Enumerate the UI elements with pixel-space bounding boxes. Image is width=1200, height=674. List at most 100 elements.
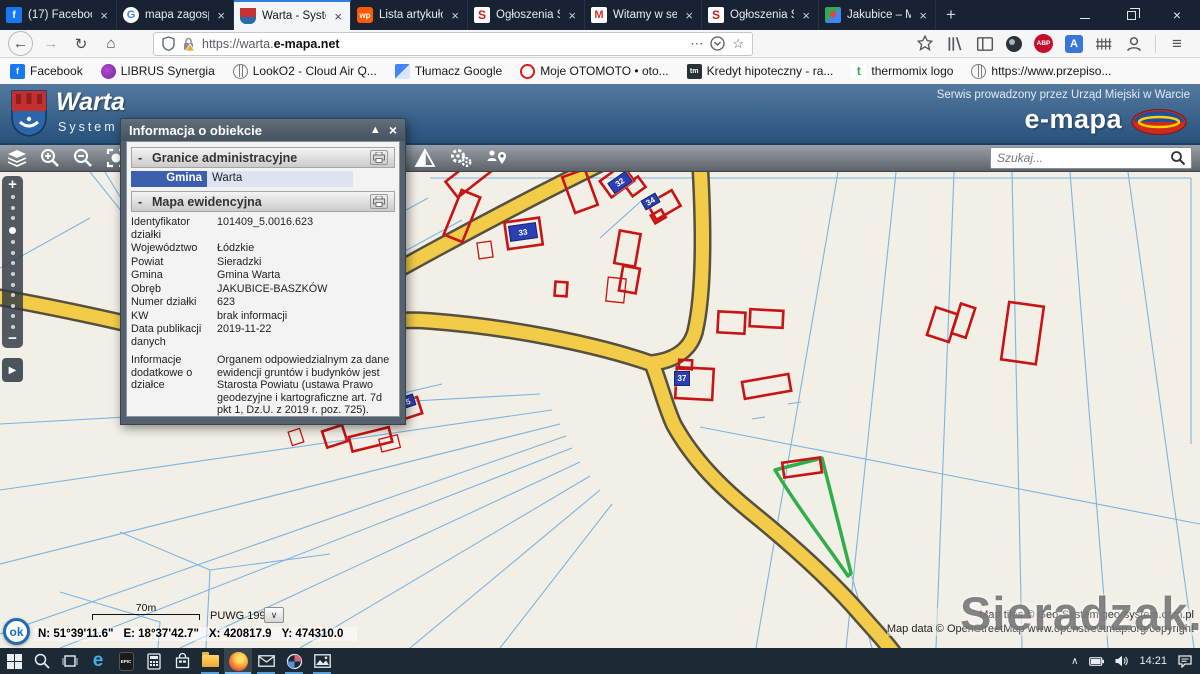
field-value: 101409_5.0016.623	[213, 216, 395, 241]
section-granice-administracyjne[interactable]: - Granice administracyjne	[131, 147, 395, 168]
sidebars-icon[interactable]	[976, 35, 994, 53]
action-center-icon[interactable]	[1178, 655, 1192, 668]
photos-button[interactable]	[308, 648, 336, 674]
tab-witamy-w-serwisie[interactable]: M Witamy w serwi ×	[585, 0, 702, 30]
locate-people-button[interactable]	[484, 147, 510, 169]
system-tray: ∧ 14:21	[1071, 648, 1200, 674]
page-actions-icon[interactable]: ⋯	[690, 36, 703, 52]
ghostery-icon[interactable]	[1006, 36, 1022, 52]
library-icon[interactable]	[946, 35, 964, 53]
bookmark-kredyt-hipoteczny[interactable]: tmKredyt hipoteczny - ra...	[687, 64, 834, 79]
battery-icon[interactable]	[1089, 657, 1104, 666]
back-button[interactable]: ←	[8, 31, 33, 56]
zoom-slider[interactable]: + −	[2, 176, 23, 348]
new-tab-button[interactable]: +	[936, 0, 966, 30]
translate-icon[interactable]: A	[1065, 35, 1083, 53]
zoom-out-button[interactable]	[70, 147, 96, 169]
task-view-button[interactable]	[56, 648, 84, 674]
microsoft-store-button[interactable]	[168, 648, 196, 674]
tab-mapa-zagospodarowania[interactable]: G mapa zagospod ×	[117, 0, 234, 30]
tab-close-icon[interactable]: ×	[683, 8, 695, 23]
bookmark-thermomix[interactable]: tthermomix logo	[851, 64, 953, 79]
send-to-device-icon[interactable]	[916, 35, 934, 53]
layers-button[interactable]	[4, 147, 30, 169]
firefox-button[interactable]	[224, 648, 252, 674]
epic-games-button[interactable]: EPIC	[112, 648, 140, 674]
search-icon[interactable]	[1170, 150, 1186, 166]
tab-facebook[interactable]: f (17) Facebook ×	[0, 0, 117, 30]
taskbar-search-button[interactable]	[28, 648, 56, 674]
map-search-box[interactable]	[990, 147, 1192, 169]
settings-gears-button[interactable]	[448, 147, 474, 169]
edge-button[interactable]: e	[84, 648, 112, 674]
clock[interactable]: 14:21	[1139, 655, 1167, 667]
tab-title: Ogłoszenia Siera	[730, 9, 794, 21]
popup-collapse-icon[interactable]: ▲	[370, 124, 381, 136]
tab-close-icon[interactable]: ×	[449, 8, 461, 23]
mail-button[interactable]	[252, 648, 280, 674]
url-text[interactable]: https://warta.e-mapa.net	[202, 37, 683, 51]
tab-ogloszenia-1[interactable]: S Ogłoszenia Siera ×	[468, 0, 585, 30]
paint3d-button[interactable]	[280, 648, 308, 674]
tab-warta-system-active[interactable]: Warta - System ×	[234, 0, 351, 30]
url-bar[interactable]: https://warta.e-mapa.net ⋯ ☆	[153, 32, 753, 56]
ok-geoportal-badge[interactable]: ok	[3, 618, 30, 645]
close-button[interactable]: ×	[1154, 0, 1200, 30]
pocket-icon[interactable]	[710, 36, 725, 51]
crs-dropdown[interactable]: ∨	[264, 607, 284, 623]
print-icon[interactable]	[370, 194, 388, 209]
tab-close-icon[interactable]: ×	[800, 8, 812, 23]
account-icon[interactable]	[1125, 35, 1143, 53]
start-button[interactable]	[0, 648, 28, 674]
tab-lista-artykulow[interactable]: wp Lista artykułów ×	[351, 0, 468, 30]
section-mapa-ewidencyjna[interactable]: - Mapa ewidencyjna	[131, 191, 395, 212]
reload-button[interactable]: ↻	[69, 32, 93, 56]
tab-close-icon[interactable]: ×	[215, 8, 227, 23]
calculator-button[interactable]	[140, 648, 168, 674]
zoom-slider-plus[interactable]: +	[8, 179, 17, 191]
popup-close-icon[interactable]: ×	[389, 122, 397, 138]
object-info-popup[interactable]: Informacja o obiekcie ▲ × - Granice admi…	[120, 118, 406, 425]
tab-title: Lista artykułów	[379, 9, 443, 21]
forward-button[interactable]: →	[39, 32, 63, 56]
tab-jakubice-mapy[interactable]: Jakubice – Map ×	[819, 0, 936, 30]
hidden-icons-caret[interactable]: ∧	[1071, 656, 1078, 667]
tab-close-icon[interactable]: ×	[98, 8, 110, 23]
field-value: JAKUBICE-BASZKÓW	[213, 283, 395, 296]
file-explorer-button[interactable]	[196, 648, 224, 674]
table-row: KWbrak informacji	[131, 310, 395, 323]
lock-warning-icon[interactable]	[182, 37, 195, 51]
speaker-icon[interactable]	[1115, 655, 1128, 667]
bookmark-otomoto[interactable]: Moje OTOMOTO • oto...	[520, 64, 668, 79]
side-panel-toggle[interactable]: ▶	[2, 358, 23, 382]
minimize-button[interactable]	[1062, 0, 1108, 30]
tab-ogloszenia-2[interactable]: S Ogłoszenia Siera ×	[702, 0, 819, 30]
collapse-minus-icon[interactable]: -	[138, 195, 152, 209]
tab-close-icon[interactable]: ×	[566, 8, 578, 23]
coordinates-readout: N: 51°39'11.6"E: 18°37'42.7"X: 420817.9Y…	[34, 627, 357, 641]
home-button[interactable]: ⌂	[99, 32, 123, 56]
collapse-minus-icon[interactable]: -	[138, 151, 152, 165]
search-input[interactable]	[991, 151, 1170, 165]
restore-button[interactable]	[1108, 0, 1154, 30]
popup-title-bar[interactable]: Informacja o obiekcie ▲ ×	[121, 119, 405, 141]
zoom-slider-track[interactable]	[9, 191, 16, 333]
zoom-in-button[interactable]	[37, 147, 63, 169]
adblock-plus-icon[interactable]: ABP	[1034, 34, 1053, 53]
bookmark-przepisownia[interactable]: https://www.przepiso...	[971, 64, 1111, 79]
fence-extension-icon[interactable]	[1095, 35, 1113, 53]
tab-close-icon[interactable]: ×	[332, 9, 344, 24]
print-icon[interactable]	[370, 150, 388, 165]
tracking-shield-icon[interactable]	[162, 36, 175, 51]
zoom-slider-handle[interactable]	[9, 227, 16, 234]
bookmark-librus[interactable]: LIBRUS Synergia	[101, 64, 215, 79]
bookmark-facebook[interactable]: fFacebook	[10, 64, 83, 79]
bookmark-looko2[interactable]: LookO2 - Cloud Air Q...	[233, 64, 377, 79]
menu-hamburger-icon[interactable]: ≡	[1168, 35, 1186, 53]
bookmark-star-icon[interactable]: ☆	[732, 36, 744, 52]
gmina-row[interactable]: Gmina Warta	[131, 171, 353, 187]
bookmark-tlumacz-google[interactable]: Tłumacz Google	[395, 64, 502, 79]
zoom-slider-minus[interactable]: −	[8, 333, 17, 345]
tab-close-icon[interactable]: ×	[917, 8, 929, 23]
compare-maps-button[interactable]	[412, 147, 438, 169]
